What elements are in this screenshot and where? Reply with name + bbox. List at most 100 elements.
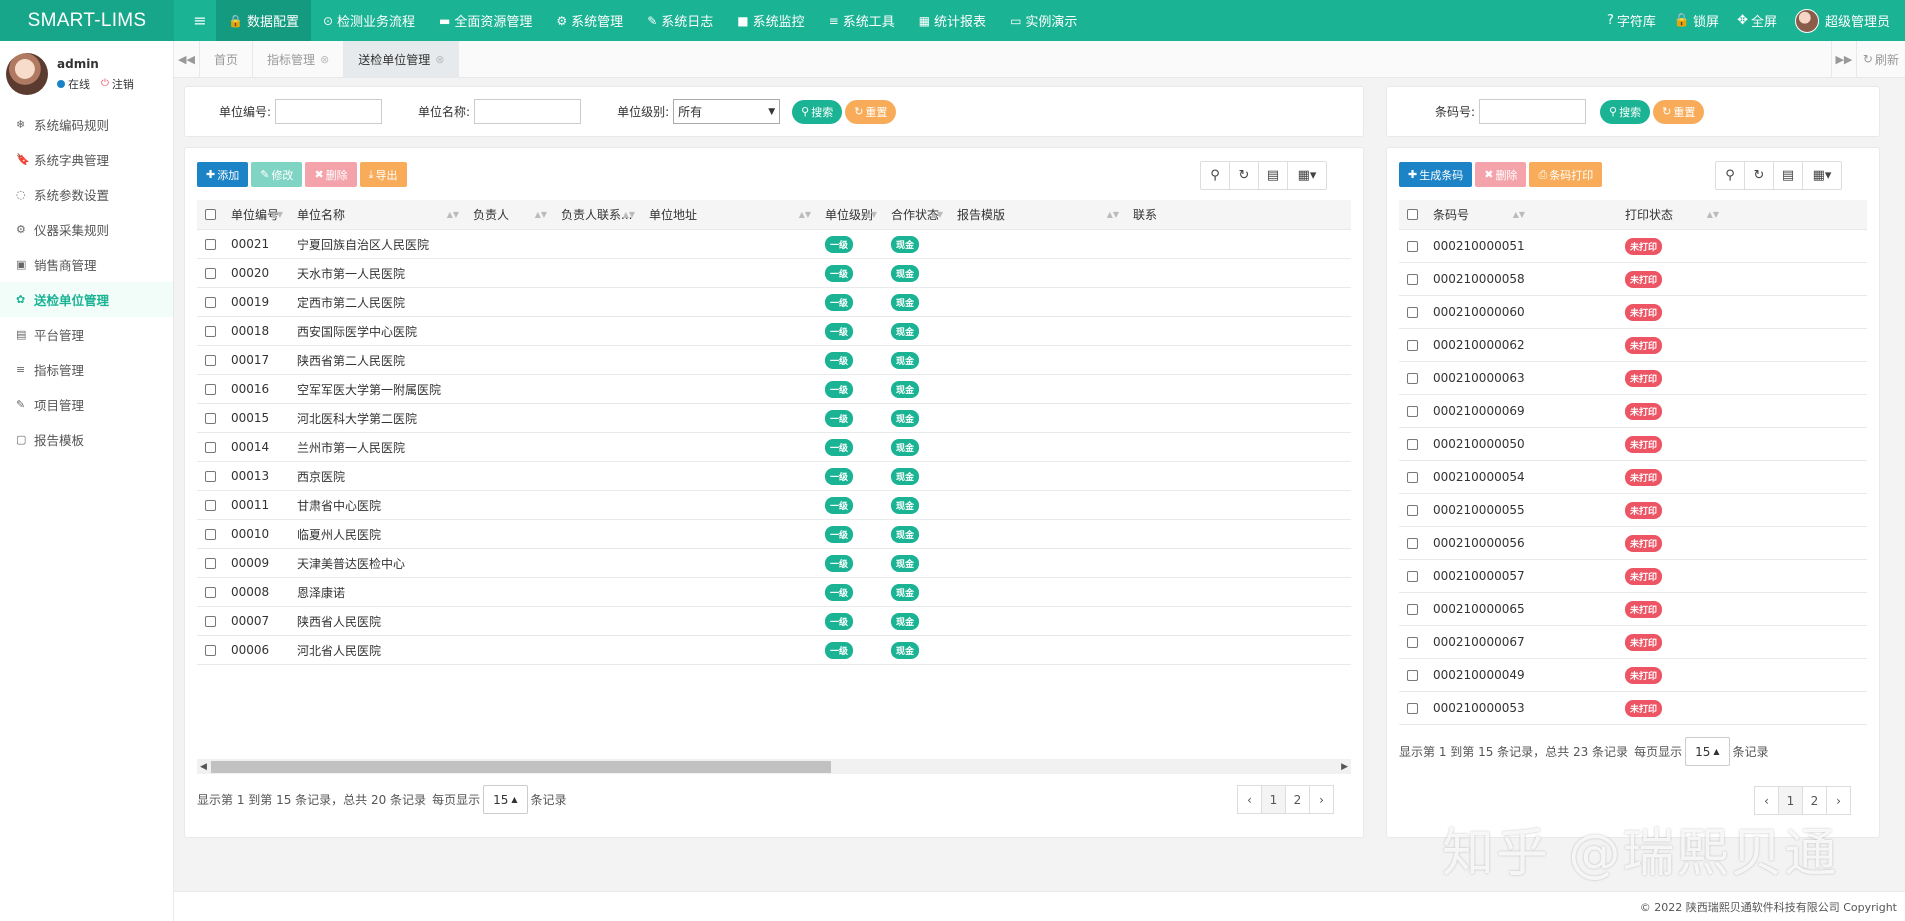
- row-checkbox[interactable]: [1399, 494, 1425, 527]
- edit-button[interactable]: ✎ 修改: [251, 162, 303, 187]
- sort-icon[interactable]: ▲▼: [1513, 210, 1525, 219]
- sort-icon[interactable]: ▲▼: [447, 210, 459, 219]
- checkbox[interactable]: [205, 499, 216, 511]
- checkbox[interactable]: [205, 586, 216, 598]
- topnav-item-1[interactable]: ⊙ 检测业务流程: [311, 0, 427, 41]
- checkbox[interactable]: [205, 354, 216, 366]
- page-button[interactable]: ›: [1309, 785, 1334, 814]
- row-checkbox[interactable]: [197, 230, 223, 259]
- sort-icon[interactable]: ▲▼: [931, 210, 943, 219]
- sort-icon[interactable]: ▲▼: [1707, 210, 1719, 219]
- checkbox[interactable]: [205, 209, 216, 220]
- row-checkbox[interactable]: [197, 578, 223, 607]
- sort-icon[interactable]: ▲▼: [865, 210, 877, 219]
- sidebar-item-2[interactable]: ◌ 系统参数设置: [0, 177, 173, 212]
- row-checkbox[interactable]: [1399, 527, 1425, 560]
- topnav-item-4[interactable]: ✎ 系统日志: [635, 0, 725, 41]
- print-barcode-button[interactable]: ⎙ 条码打印: [1529, 162, 1603, 187]
- checkbox[interactable]: [1407, 570, 1418, 582]
- table-row[interactable]: 00021 宁夏回族自治区人民医院 一级 现金: [197, 230, 1351, 259]
- checkbox[interactable]: [205, 470, 216, 482]
- barcode-input[interactable]: [1479, 99, 1587, 124]
- refresh-icon[interactable]: ↻: [1230, 162, 1259, 189]
- barcode-search-button[interactable]: ⚲ 搜索: [1600, 99, 1651, 124]
- generate-barcode-button[interactable]: ✚ 生成条码: [1399, 162, 1473, 187]
- checkbox[interactable]: [205, 644, 216, 656]
- column-header[interactable]: 单位编号 ▲▼: [223, 200, 289, 230]
- column-header[interactable]: 单位名称 ▲▼: [289, 200, 465, 230]
- page-button[interactable]: 2: [1285, 785, 1310, 814]
- tab-0[interactable]: 首页: [200, 40, 254, 78]
- topnav-item-3[interactable]: ⚙ 系统管理: [544, 0, 635, 41]
- column-header[interactable]: 负责人联系... ▲▼: [553, 200, 641, 230]
- row-checkbox[interactable]: [197, 288, 223, 317]
- checkbox[interactable]: [205, 615, 216, 627]
- column-header[interactable]: 条码号 ▲▼: [1425, 200, 1617, 230]
- table-row[interactable]: 00011 甘肃省中心医院 一级 现金: [197, 491, 1351, 520]
- table-row[interactable]: 000210000056 未打印: [1399, 527, 1867, 560]
- barcode-delete-button[interactable]: ✖ 删除: [1475, 162, 1527, 187]
- table-row[interactable]: 00007 陕西省人民医院 一级 现金: [197, 607, 1351, 636]
- menu-toggle-icon[interactable]: ≡: [186, 11, 214, 30]
- topnav-item-5[interactable]: ■ 系统监控: [725, 0, 816, 41]
- checkbox[interactable]: [205, 441, 216, 453]
- column-header[interactable]: 负责人 ▲▼: [465, 200, 553, 230]
- column-header[interactable]: 联系: [1125, 200, 1157, 230]
- toggle-view-icon[interactable]: ▤: [1774, 162, 1803, 189]
- row-checkbox[interactable]: [197, 549, 223, 578]
- scroll-left-icon[interactable]: ◀: [200, 762, 207, 772]
- checkbox[interactable]: [1407, 636, 1418, 648]
- user-menu[interactable]: 超级管理员: [1786, 8, 1899, 33]
- column-header[interactable]: 单位地址 ▲▼: [641, 200, 817, 230]
- row-checkbox[interactable]: [1399, 230, 1425, 263]
- checkbox[interactable]: [1407, 209, 1418, 220]
- row-checkbox[interactable]: [197, 346, 223, 375]
- checkbox[interactable]: [205, 238, 216, 250]
- table-row[interactable]: 000210000057 未打印: [1399, 560, 1867, 593]
- table-row[interactable]: 00008 恩泽康诺 一级 现金: [197, 578, 1351, 607]
- table-row[interactable]: 00015 河北医科大学第二医院 一级 现金: [197, 404, 1351, 433]
- page-button[interactable]: 1: [1261, 785, 1286, 814]
- sort-icon[interactable]: ▲▼: [799, 210, 811, 219]
- table-row[interactable]: 00014 兰州市第一人民医院 一级 现金: [197, 433, 1351, 462]
- sort-icon[interactable]: ▲▼: [1107, 210, 1119, 219]
- table-row[interactable]: 00013 西京医院 一级 现金: [197, 462, 1351, 491]
- horizontal-scrollbar[interactable]: ◀ ▶: [197, 759, 1351, 774]
- search-icon[interactable]: ⚲: [1201, 162, 1230, 189]
- tabs-scroll-left-icon[interactable]: ◀◀: [174, 40, 200, 78]
- row-checkbox[interactable]: [197, 462, 223, 491]
- close-icon[interactable]: ⊗: [435, 53, 444, 66]
- table-row[interactable]: 000210000050 未打印: [1399, 428, 1867, 461]
- row-checkbox[interactable]: [197, 433, 223, 462]
- tabs-scroll-right-icon[interactable]: ▶▶: [1830, 40, 1857, 78]
- table-row[interactable]: 000210000051 未打印: [1399, 230, 1867, 263]
- column-header[interactable]: 单位级别 ▲▼: [817, 200, 883, 230]
- row-checkbox[interactable]: [197, 259, 223, 288]
- logout-link[interactable]: 注销: [112, 76, 134, 92]
- topnav-item-2[interactable]: ▬ 全面资源管理: [427, 0, 544, 41]
- row-checkbox[interactable]: [1399, 362, 1425, 395]
- table-row[interactable]: 000210000055 未打印: [1399, 494, 1867, 527]
- sort-icon[interactable]: ▲▼: [623, 210, 635, 219]
- barcode-reset-button[interactable]: ↻ 重置: [1653, 99, 1705, 124]
- table-row[interactable]: 000210000054 未打印: [1399, 461, 1867, 494]
- sidebar-item-3[interactable]: ⚙ 仪器采集规则: [0, 212, 173, 247]
- checkbox[interactable]: [205, 296, 216, 308]
- row-checkbox[interactable]: [197, 636, 223, 665]
- sidebar-item-4[interactable]: ▣ 销售商管理: [0, 247, 173, 282]
- columns-icon[interactable]: ▦▾: [1803, 162, 1841, 189]
- table-row[interactable]: 000210000065 未打印: [1399, 593, 1867, 626]
- table-row[interactable]: 000210000060 未打印: [1399, 296, 1867, 329]
- unit-level-select[interactable]: 所有 ▼: [673, 99, 781, 124]
- topnav-item-6[interactable]: ≡ 系统工具: [817, 0, 907, 41]
- logout-icon[interactable]: ⏻: [101, 78, 109, 89]
- checkbox[interactable]: [1407, 471, 1418, 483]
- table-row[interactable]: 00010 临夏州人民医院 一级 现金: [197, 520, 1351, 549]
- search-icon[interactable]: ⚲: [1716, 162, 1745, 189]
- checkbox[interactable]: [1407, 702, 1418, 714]
- row-checkbox[interactable]: [1399, 296, 1425, 329]
- checkbox[interactable]: [205, 325, 216, 337]
- unit-code-input[interactable]: [275, 99, 383, 124]
- checkbox[interactable]: [205, 557, 216, 569]
- checkbox[interactable]: [205, 383, 216, 395]
